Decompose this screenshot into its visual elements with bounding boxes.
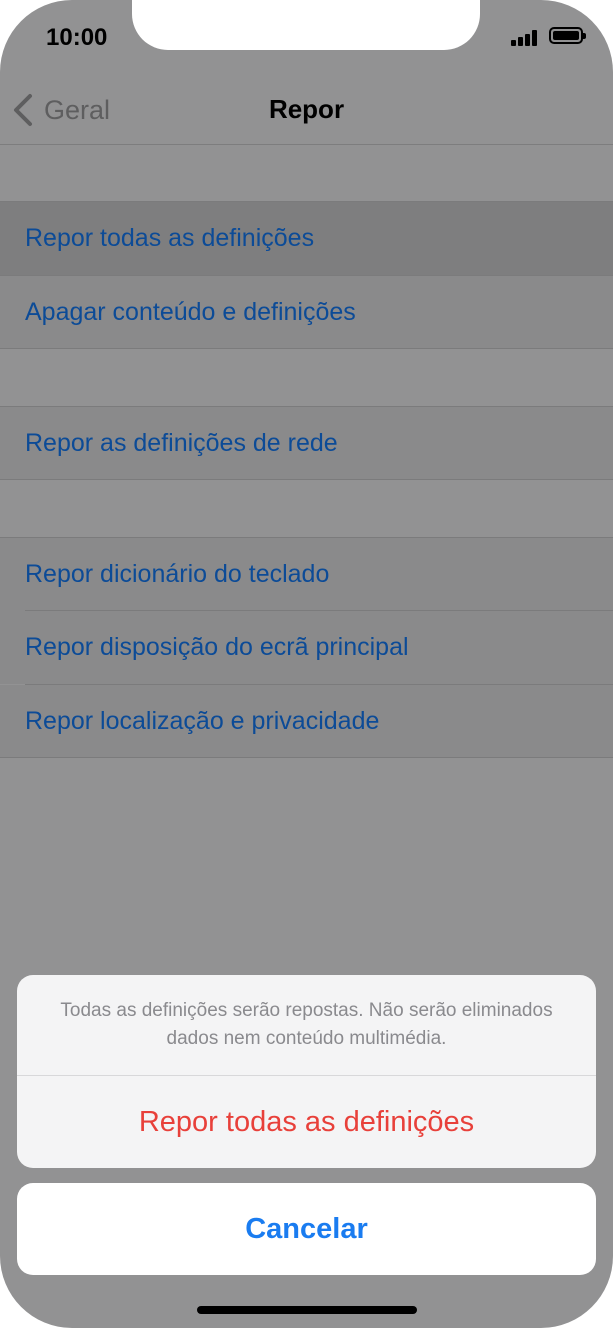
list-item-reset-keyboard-dictionary[interactable]: Repor dicionário do teclado bbox=[0, 538, 613, 611]
cellular-signal-icon bbox=[511, 30, 541, 46]
list-item-label: Repor localização e privacidade bbox=[25, 707, 380, 735]
status-time: 10:00 bbox=[46, 24, 108, 51]
device-notch bbox=[132, 0, 480, 50]
divider bbox=[0, 348, 613, 349]
phone-screen: 10:00 Geral Repor Repor todas as definiç… bbox=[0, 0, 613, 1328]
cancel-button[interactable]: Cancelar bbox=[17, 1183, 596, 1275]
home-indicator[interactable] bbox=[197, 1306, 417, 1314]
list-item-reset-location-privacy[interactable]: Repor localização e privacidade bbox=[0, 685, 613, 758]
navigation-bar: Geral Repor bbox=[0, 72, 613, 145]
action-sheet: Todas as definições serão repostas. Não … bbox=[17, 975, 596, 1168]
divider bbox=[0, 757, 613, 758]
list-item-label: Apagar conteúdo e definições bbox=[25, 298, 356, 326]
battery-icon bbox=[549, 27, 586, 44]
page-title: Repor bbox=[268, 94, 345, 124]
reset-all-settings-button[interactable]: Repor todas as definições bbox=[17, 1076, 596, 1168]
list-item-label: Repor todas as definições bbox=[25, 224, 315, 252]
list-item-reset-home-layout[interactable]: Repor disposição do ecrã principal bbox=[0, 611, 613, 684]
list-item-reset-network[interactable]: Repor as definições de rede bbox=[0, 407, 613, 480]
divider bbox=[0, 479, 613, 480]
list-item-label: Repor dicionário do teclado bbox=[25, 560, 330, 588]
list-item-label: Repor as definições de rede bbox=[25, 429, 338, 457]
list-item-label: Repor disposição do ecrã principal bbox=[25, 633, 409, 661]
list-item-reset-all-settings[interactable]: Repor todas as definições bbox=[0, 202, 613, 275]
action-sheet-message: Todas as definições serão repostas. Não … bbox=[60, 1000, 553, 1049]
list-item-erase-content-settings[interactable]: Apagar conteúdo e definições bbox=[0, 276, 613, 349]
